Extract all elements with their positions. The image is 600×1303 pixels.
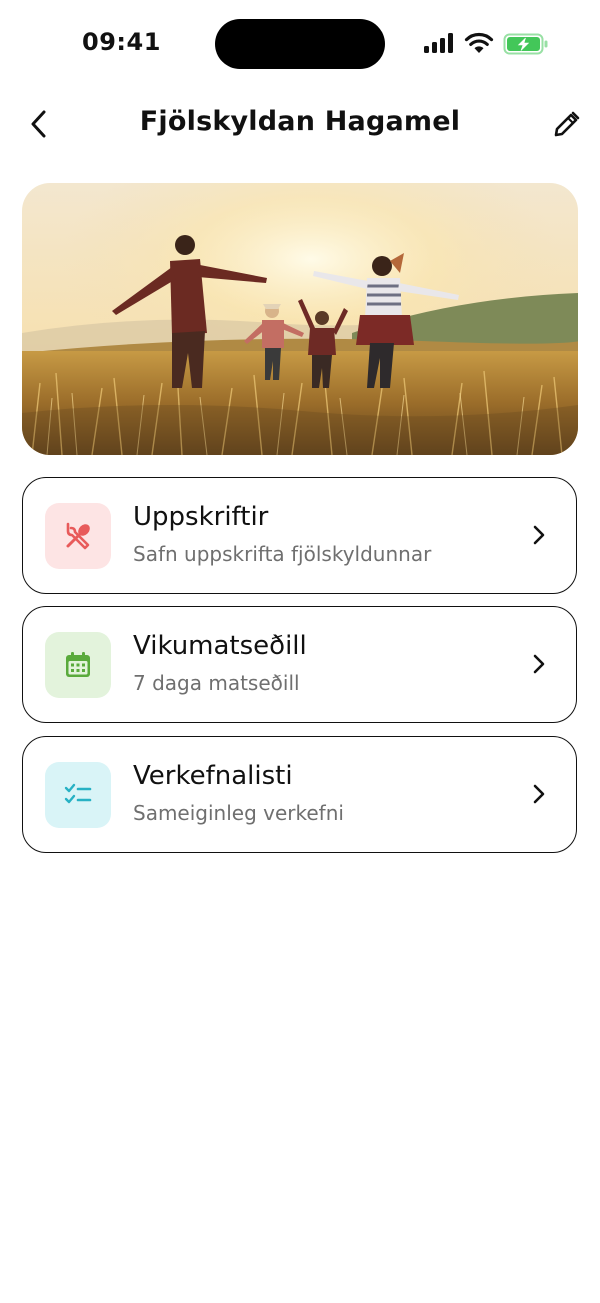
card-task-list[interactable]: Verkefnalisti Sameiginleg verkefni	[22, 736, 577, 853]
cellular-signal-icon	[424, 33, 456, 53]
dynamic-island	[215, 19, 385, 69]
card-subtitle: Sameiginleg verkefni	[133, 801, 344, 825]
status-bar: 09:41	[0, 0, 600, 90]
chevron-right-icon	[526, 522, 552, 548]
family-hero-image	[22, 183, 578, 455]
header: Fjölskyldan Hagamel	[0, 92, 600, 156]
status-icons	[424, 31, 554, 57]
page-title: Fjölskyldan Hagamel	[139, 106, 461, 137]
pencil-icon	[554, 111, 580, 137]
card-subtitle: Safn uppskrifta fjölskyldunnar	[133, 542, 432, 566]
checklist-icon	[64, 783, 92, 804]
card-icon-box	[45, 762, 111, 828]
back-button[interactable]	[22, 104, 56, 144]
card-title: Uppskriftir	[133, 502, 269, 532]
chevron-right-icon	[526, 781, 552, 807]
card-subtitle: 7 daga matseðill	[133, 671, 300, 695]
battery-charging-icon	[503, 33, 548, 55]
calendar-icon	[66, 652, 90, 677]
chevron-left-icon	[31, 110, 46, 138]
card-title: Verkefnalisti	[133, 761, 293, 791]
card-weekly-menu[interactable]: Vikumatseðill 7 daga matseðill	[22, 606, 577, 723]
status-time: 09:41	[82, 28, 161, 56]
cutlery-icon	[66, 522, 90, 550]
card-icon-box	[45, 632, 111, 698]
card-icon-box	[45, 503, 111, 569]
edit-button[interactable]	[548, 104, 586, 144]
card-title: Vikumatseðill	[133, 631, 307, 661]
card-recipes[interactable]: Uppskriftir Safn uppskrifta fjölskyldunn…	[22, 477, 577, 594]
wifi-icon	[464, 32, 494, 53]
chevron-right-icon	[526, 651, 552, 677]
